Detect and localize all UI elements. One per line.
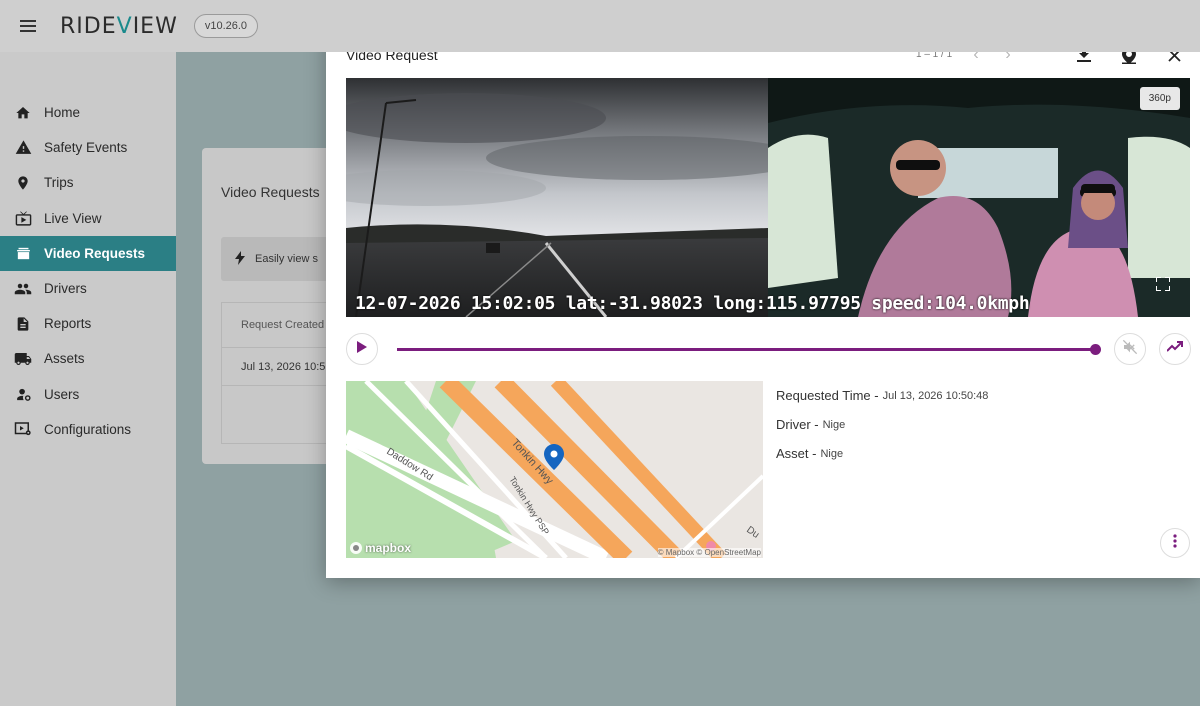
sidebar-item-label: Assets: [44, 351, 85, 367]
sidebar-item-assets[interactable]: Assets: [0, 341, 176, 376]
sidebar-item-label: Users: [44, 386, 80, 402]
sidebar-item-label: Reports: [44, 316, 92, 332]
sidebar-item-label: Safety Events: [44, 140, 128, 156]
road-camera-feed: [346, 78, 806, 317]
fullscreen-icon[interactable]: [1155, 276, 1171, 292]
requested-time-label: Requested Time -: [776, 388, 879, 403]
asset-row: Asset - Nige: [776, 439, 988, 468]
sidebar-item-label: Trips: [44, 175, 74, 191]
lightning-icon: [235, 250, 245, 268]
location-pin-icon: [14, 174, 32, 192]
sidebar-item-video-requests[interactable]: Video Requests: [0, 235, 176, 271]
sidebar-item-label: Home: [44, 105, 81, 121]
settings-screen-icon: [14, 420, 32, 438]
video-progress-bar[interactable]: [397, 348, 1095, 351]
sidebar-item-drivers[interactable]: Drivers: [0, 271, 176, 306]
sidebar-item-safety-events[interactable]: Safety Events: [0, 130, 176, 165]
trip-map[interactable]: Daddow Rd Tonkin Hwy Tonkin Hwy PSP Du m…: [346, 381, 763, 558]
sidebar-item-label: Live View: [44, 210, 102, 226]
sidebar-item-label: Configurations: [44, 421, 132, 437]
document-icon: [14, 315, 32, 333]
hamburger-icon: [20, 20, 36, 32]
volume-off-icon: [1122, 339, 1138, 360]
asset-value: Nige: [820, 447, 844, 460]
sidebar-item-reports[interactable]: Reports: [0, 306, 176, 341]
sidebar-item-home[interactable]: Home: [0, 95, 176, 130]
truck-icon: [14, 350, 32, 368]
info-banner: Easily view s: [221, 237, 341, 281]
video-player[interactable]: 360p 12-07-2026 15:02:05 lat:-31.98023 l…: [346, 78, 1190, 317]
mapbox-logo: mapbox: [349, 541, 411, 555]
video-library-icon: [14, 244, 32, 262]
sidebar-item-label: Video Requests: [44, 245, 146, 261]
banner-text: Easily view s: [255, 253, 318, 265]
play-icon: [357, 340, 367, 358]
page-title: Video Requests: [221, 184, 320, 200]
driver-label: Driver -: [776, 417, 819, 432]
progress-handle[interactable]: [1090, 344, 1101, 355]
speed-graph-button[interactable]: [1159, 333, 1191, 365]
more-vert-icon: [1173, 533, 1177, 553]
video-request-dialog: Video Request 1 – 1 / 1 ‹ › 360p 12-07-2…: [326, 20, 1200, 578]
sidebar-item-live-view[interactable]: Live View: [0, 201, 176, 236]
more-options-button[interactable]: [1160, 528, 1190, 558]
requested-time-row: Requested Time - Jul 13, 2026 10:50:48: [776, 381, 988, 410]
sidebar-item-trips[interactable]: Trips: [0, 165, 176, 200]
play-button[interactable]: [346, 333, 378, 365]
home-icon: [14, 104, 32, 122]
requests-table: Request Created Jul 13, 2026 10:5: [221, 302, 341, 444]
requested-time-value: Jul 13, 2026 10:50:48: [882, 389, 989, 402]
warning-icon: [14, 139, 32, 157]
sidebar: Home Safety Events Trips Live View Video…: [0, 52, 176, 706]
video-telemetry-overlay: 12-07-2026 15:02:05 lat:-31.98023 long:1…: [355, 293, 1030, 314]
version-badge: v10.26.0: [193, 14, 259, 38]
trending-up-icon: [1166, 340, 1183, 358]
table-row[interactable]: Jul 13, 2026 10:5: [222, 348, 340, 386]
map-attribution[interactable]: © Mapbox © OpenStreetMap: [657, 548, 761, 557]
top-app-bar: RIDEVIEW v10.26.0: [0, 0, 1200, 52]
live-tv-icon: [14, 209, 32, 227]
user-settings-icon: [14, 385, 32, 403]
mute-button[interactable]: [1114, 333, 1146, 365]
app-logo[interactable]: RIDEVIEW: [60, 14, 178, 39]
request-details: Requested Time - Jul 13, 2026 10:50:48 D…: [776, 381, 988, 468]
asset-label: Asset -: [776, 446, 817, 461]
resolution-badge[interactable]: 360p: [1139, 87, 1180, 110]
sidebar-item-configurations[interactable]: Configurations: [0, 412, 176, 447]
people-icon: [14, 280, 32, 298]
map-marker-icon[interactable]: [544, 444, 564, 475]
driver-value: Nige: [822, 418, 846, 431]
sidebar-item-label: Drivers: [44, 281, 87, 297]
menu-button[interactable]: [0, 0, 56, 52]
driver-row: Driver - Nige: [776, 410, 988, 439]
table-header[interactable]: Request Created: [222, 303, 340, 348]
cabin-camera-feed: 360p: [768, 78, 1190, 317]
sidebar-item-users[interactable]: Users: [0, 377, 176, 412]
